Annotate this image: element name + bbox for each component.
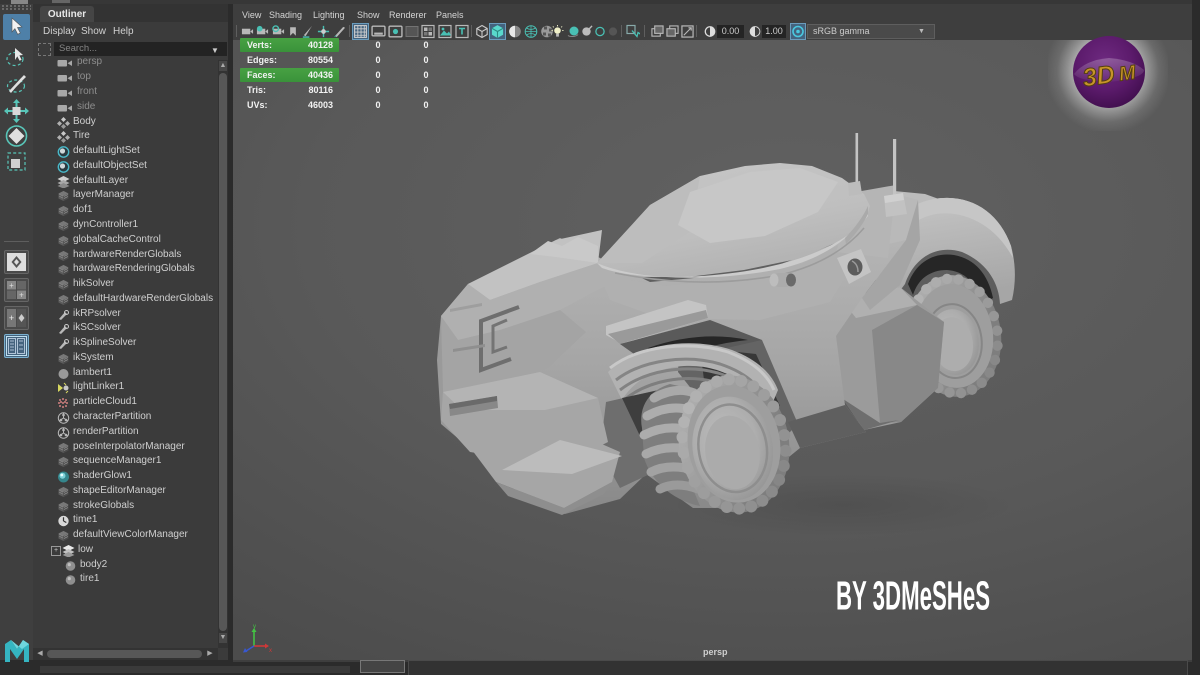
svg-text:+: + [9, 281, 14, 290]
svg-text:+: + [19, 291, 24, 300]
svg-text:x: x [269, 648, 272, 654]
svg-text:+: + [9, 313, 14, 323]
svg-text:3D: 3D [1081, 60, 1117, 92]
svg-text:y: y [253, 624, 256, 630]
